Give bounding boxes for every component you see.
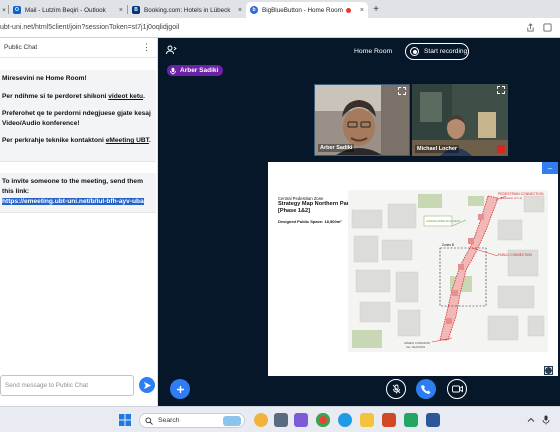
tab-booking[interactable]: B Booking.com: Hotels in Lübeck × bbox=[128, 2, 246, 18]
search-highlight-icon bbox=[223, 415, 241, 426]
taskbar-search-box[interactable]: Search bbox=[139, 413, 245, 428]
actions-plus-button[interactable] bbox=[170, 379, 190, 399]
invite-text: To invite someone to the meeting, send t… bbox=[2, 178, 143, 195]
tab-outlook-mail[interactable]: O Mail - Lutzim Beqiri - Outlook × bbox=[9, 2, 127, 18]
address-bar[interactable]: ubt-uni.net/html5client/join?sessionToke… bbox=[0, 18, 560, 38]
meeting-area: Home Room Start recording Arber Sadiki A… bbox=[158, 38, 560, 406]
microphone-tray-icon[interactable] bbox=[542, 415, 550, 425]
task-view-icon[interactable] bbox=[274, 413, 288, 427]
booking-icon: B bbox=[132, 6, 140, 14]
teams-chat-icon[interactable] bbox=[294, 413, 308, 427]
strategy-map: PEDESTRIAN CONNECTION (Extension of 1.1)… bbox=[348, 190, 548, 352]
tab-label: Mail - Lutzim Beqiri - Outlook bbox=[25, 6, 106, 14]
fullscreen-icon[interactable] bbox=[497, 86, 505, 94]
close-icon[interactable]: × bbox=[115, 7, 123, 14]
talking-indicator: Arber Sadiki bbox=[167, 65, 224, 76]
phone-icon bbox=[421, 385, 431, 394]
recording-dot-icon bbox=[345, 7, 351, 13]
weather-widget-icon[interactable] bbox=[254, 413, 268, 427]
chat-title: Public Chat bbox=[4, 44, 38, 51]
chrome-icon[interactable] bbox=[316, 413, 330, 427]
videos-link[interactable]: videot ketu bbox=[108, 93, 143, 100]
tab-label: Booking.com: Hotels in Lübeck bbox=[144, 6, 231, 14]
chat-header: Public Chat ⋮ bbox=[0, 38, 157, 58]
url-text[interactable]: ubt-uni.net/html5client/join?sessionToke… bbox=[0, 24, 179, 31]
new-tab-button[interactable]: + bbox=[368, 4, 384, 15]
chat-message-input[interactable]: Send message to Public Chat bbox=[0, 375, 134, 396]
presentation-slide: – Central Pedestrian Zone Strategy Map N… bbox=[268, 162, 558, 376]
map-label-green-sub: ALL SEASONS bbox=[406, 345, 425, 349]
video-name-arber: Arber Sadiki bbox=[318, 144, 355, 152]
powerpoint-icon[interactable] bbox=[382, 413, 396, 427]
send-message-button[interactable] bbox=[139, 377, 155, 393]
close-icon[interactable]: × bbox=[356, 7, 364, 14]
send-icon bbox=[143, 381, 151, 389]
map-label-pedestrian-sub: (Extension of 1.1) bbox=[500, 196, 522, 200]
map-label-public-connection: PUBLIC CONNECTION bbox=[498, 253, 533, 257]
leave-audio-button[interactable] bbox=[416, 379, 436, 399]
fullscreen-presentation-icon[interactable] bbox=[544, 366, 553, 375]
video-tile-arber[interactable]: Arber Sadiki bbox=[314, 84, 410, 156]
browser-tab-strip: × O Mail - Lutzim Beqiri - Outlook × B B… bbox=[0, 0, 560, 18]
record-label: Start recording bbox=[424, 48, 468, 55]
slide-designed-space: Designed Public Space: 18,500m² bbox=[278, 219, 342, 224]
windows-start-icon[interactable] bbox=[119, 414, 131, 426]
word-icon[interactable] bbox=[426, 413, 440, 427]
headphones-line: Preferohet qe te perdorni ndegjuese gjat… bbox=[2, 110, 151, 127]
chat-panel: Public Chat ⋮ Miresevini ne Home Room! P… bbox=[0, 38, 158, 406]
slide-title-line1: Strategy Map Northern Part bbox=[278, 201, 351, 207]
outlook-icon: O bbox=[13, 6, 21, 14]
welcome-message: Miresevini ne Home Room! Per ndihme si t… bbox=[0, 70, 156, 162]
close-icon[interactable]: × bbox=[234, 7, 242, 14]
taskbar: Search bbox=[0, 406, 560, 432]
help-line: Per ndihme si te perdoret shikoni videot… bbox=[2, 92, 145, 100]
muted-mic-icon bbox=[497, 145, 505, 153]
support-line: Per perkrahje teknike kontaktoni eMeetin… bbox=[2, 137, 151, 144]
edge-icon[interactable] bbox=[338, 413, 352, 427]
slide-title-line2: [Phase 1&2] bbox=[278, 208, 311, 214]
share-webcam-button[interactable] bbox=[447, 379, 467, 399]
support-link[interactable]: eMeeting UBT bbox=[106, 137, 149, 144]
share-icon[interactable] bbox=[526, 23, 535, 32]
chevron-up-icon[interactable] bbox=[527, 416, 535, 424]
microphone-icon bbox=[170, 67, 176, 74]
search-label: Search bbox=[158, 417, 180, 424]
users-toggle-icon[interactable] bbox=[166, 45, 177, 55]
search-icon bbox=[145, 416, 153, 425]
room-title: Home Room bbox=[354, 48, 393, 55]
chat-input-placeholder: Send message to Public Chat bbox=[5, 382, 88, 389]
camera-icon bbox=[451, 385, 463, 393]
plus-icon bbox=[176, 385, 184, 393]
minimize-presentation-button[interactable]: – bbox=[542, 162, 558, 174]
invite-link[interactable]: https://emeeting.ubt-uni.net/b/lul-bfh-a… bbox=[2, 198, 144, 205]
welcome-line: Miresevini ne Home Room! bbox=[2, 75, 87, 82]
file-explorer-icon[interactable] bbox=[360, 413, 374, 427]
invite-message: To invite someone to the meeting, send t… bbox=[0, 173, 156, 213]
map-label-landscaped: LANDSCAPED ADJACENT bbox=[426, 219, 461, 223]
record-icon bbox=[410, 47, 419, 56]
mute-button[interactable] bbox=[386, 379, 406, 399]
tab-bigbluebutton[interactable]: b BigBlueButton - Home Room × bbox=[246, 2, 368, 18]
tab-close-button-partial[interactable]: × bbox=[0, 2, 8, 18]
fullscreen-icon[interactable] bbox=[398, 87, 406, 95]
video-name-michael: Michael Locher bbox=[415, 145, 460, 153]
google-drive-icon[interactable] bbox=[404, 413, 418, 427]
video-tile-michael[interactable]: Michael Locher bbox=[412, 84, 508, 156]
more-options-icon[interactable]: ⋮ bbox=[142, 42, 151, 53]
bbb-icon: b bbox=[250, 6, 258, 14]
tab-label: BigBlueButton - Home Room bbox=[262, 6, 343, 14]
start-recording-button[interactable]: Start recording bbox=[405, 43, 469, 60]
map-label-zones: Zones B bbox=[442, 243, 454, 247]
extensions-icon[interactable] bbox=[543, 23, 552, 32]
microphone-off-icon bbox=[392, 384, 400, 394]
